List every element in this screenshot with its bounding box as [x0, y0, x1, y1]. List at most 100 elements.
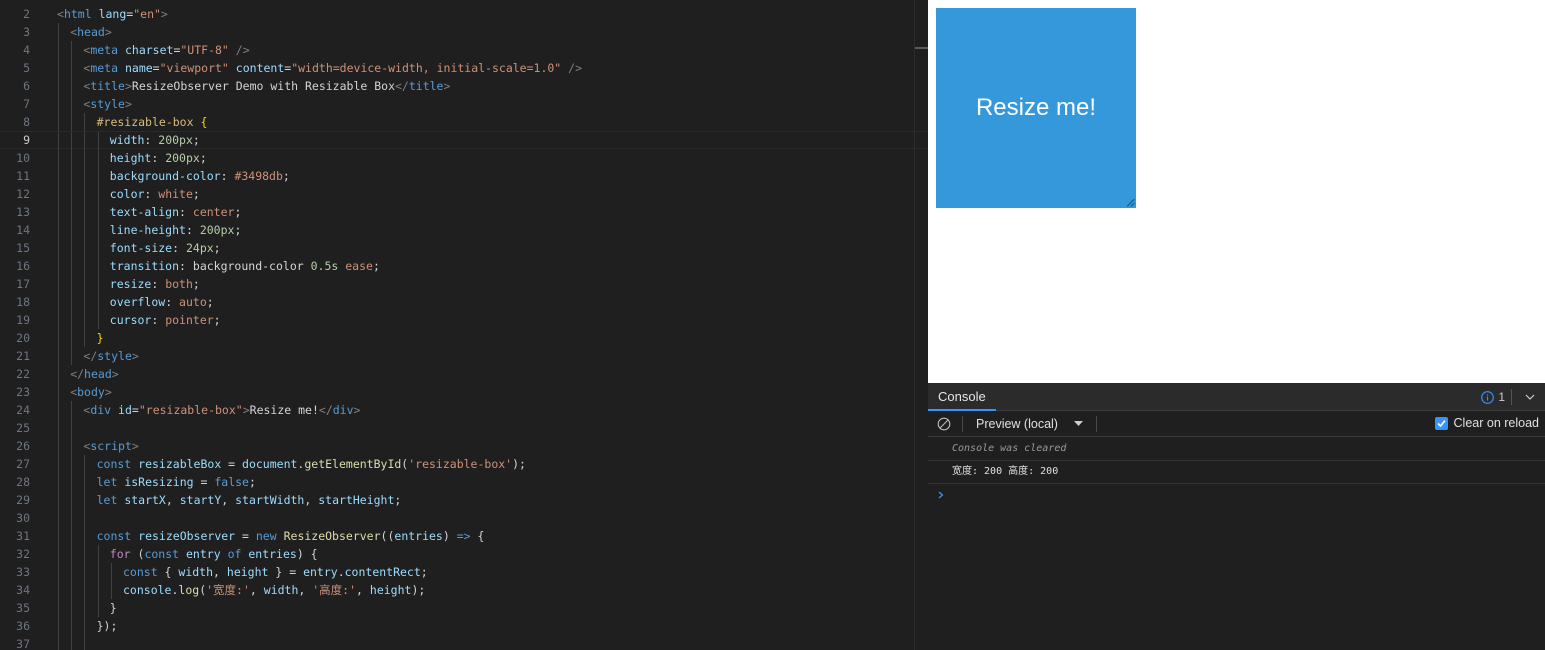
code-line[interactable]: 6 <title>ResizeObserver Demo with Resizab…: [0, 77, 928, 95]
code-editor[interactable]: 1<!DOCTYPE html>2<html lang="en">3<head>…: [0, 0, 928, 650]
indent-guide: [84, 545, 86, 563]
code-token: let: [96, 493, 118, 507]
clear-on-reload-toggle[interactable]: Clear on reload: [1434, 416, 1539, 430]
code-line[interactable]: 12 color: white;: [0, 185, 928, 203]
code-line[interactable]: 26 <script>: [0, 437, 928, 455]
line-number: 5: [23, 61, 30, 75]
indent-guide: [58, 77, 59, 95]
code-line[interactable]: 7 <style>: [0, 95, 928, 113]
indent-guide: [71, 185, 73, 203]
line-number: 27: [16, 457, 30, 471]
code-line[interactable]: 3 <head>: [0, 23, 928, 41]
code-line[interactable]: 28 let isResizing = false;: [0, 473, 928, 491]
indent-guide: [71, 59, 73, 77]
line-number: 31: [16, 529, 30, 543]
clear-on-reload-checkbox[interactable]: [1434, 416, 1448, 430]
code-token: >: [124, 79, 132, 93]
code-token: content: [235, 61, 285, 75]
code-line[interactable]: 14 line-height: 200px;: [0, 221, 928, 239]
code-text: const resizeObserver = new ResizeObserve…: [97, 527, 485, 545]
indent-guide: [97, 239, 99, 257]
info-icon: [1481, 390, 1495, 404]
editor-scrollbar-track[interactable]: [914, 0, 915, 650]
code-line[interactable]: 27 const resizableBox = document.getEleme…: [0, 455, 928, 473]
code-text: <title>ResizeObserver Demo with Resizabl…: [83, 77, 450, 95]
indent-guide: [58, 437, 59, 455]
console-prompt-chevron-icon[interactable]: [936, 489, 946, 501]
console-toolbar: Preview (local) Clear on reload: [928, 411, 1545, 437]
indent-guide: [84, 185, 86, 203]
code-text: </head>: [70, 365, 119, 383]
code-token: >: [131, 439, 139, 453]
code-token: } =: [268, 565, 304, 579]
indent-guide: [58, 365, 59, 383]
code-line[interactable]: 35}: [0, 599, 928, 617]
code-line[interactable]: 2 <html lang="en">: [0, 5, 928, 23]
indent-guide: [97, 149, 99, 167]
code-line[interactable]: 31 const resizeObserver = new ResizeObser…: [0, 527, 928, 545]
code-line[interactable]: 4 <meta charset="UTF-8" />: [0, 41, 928, 59]
code-token: =: [235, 529, 256, 543]
indent-guide: [58, 41, 59, 59]
code-token: >: [104, 25, 112, 39]
code-token: ease: [345, 259, 373, 273]
code-line[interactable]: 36});: [0, 617, 928, 635]
indent-guide: [97, 563, 99, 581]
indent-guide: [58, 563, 59, 581]
indent-guide: [58, 293, 59, 311]
tab-console[interactable]: Console: [928, 383, 996, 411]
code-token: charset: [124, 43, 174, 57]
code-line[interactable]: 15 font-size: 24px;: [0, 239, 928, 257]
code-line[interactable]: 33 const { width, height } = entry.conten…: [0, 563, 928, 581]
code-line[interactable]: 13 text-align: center;: [0, 203, 928, 221]
context-select[interactable]: Preview (local): [976, 411, 1083, 437]
line-number: 25: [16, 421, 30, 435]
code-token: </: [395, 79, 409, 93]
code-line[interactable]: 18 overflow: auto;: [0, 293, 928, 311]
line-number: 28: [16, 475, 30, 489]
code-line[interactable]: 9 width: 200px;: [0, 131, 928, 150]
resizable-box[interactable]: Resize me!: [936, 8, 1136, 208]
code-token: of: [227, 547, 242, 561]
code-line[interactable]: 34 console.log('宽度:', width, '高度:', heigh…: [0, 581, 928, 599]
code-line[interactable]: 24 <div id="resizable-box">Resize me!</di…: [0, 401, 928, 419]
code-token: "viewport": [159, 61, 229, 75]
code-text: transition: background-color 0.5s ease;: [110, 257, 380, 275]
code-token: cursor: [109, 313, 152, 327]
code-line[interactable]: 25: [0, 419, 928, 437]
code-line[interactable]: 20}: [0, 329, 928, 347]
code-line[interactable]: 16 transition: background-color 0.5s ease…: [0, 257, 928, 275]
indent-guide: [84, 617, 86, 635]
code-token: log: [178, 583, 200, 597]
code-token: ,: [298, 583, 313, 597]
code-line[interactable]: 21 </style>: [0, 347, 928, 365]
indent-guide: [71, 509, 73, 527]
indent-guide: [71, 113, 73, 131]
chevron-down-icon[interactable]: [1524, 391, 1536, 403]
line-number: 21: [16, 349, 30, 363]
issues-badge[interactable]: 1: [1481, 389, 1505, 405]
code-line[interactable]: 29 let startX, startY, startWidth, startH…: [0, 491, 928, 509]
code-line[interactable]: 17 resize: both;: [0, 275, 928, 293]
code-line[interactable]: 22 </head>: [0, 365, 928, 383]
code-token: ;: [213, 313, 221, 327]
code-line[interactable]: 19 cursor: pointer;: [0, 311, 928, 329]
code-line[interactable]: 10 height: 200px;: [0, 149, 928, 167]
code-line[interactable]: 5 <meta name="viewport" content="width=de…: [0, 59, 928, 77]
clear-console-icon[interactable]: [937, 417, 951, 431]
resize-grip-icon[interactable]: [1126, 198, 1135, 207]
code-token: entry: [186, 547, 221, 561]
line-number: 6: [23, 79, 30, 93]
code-lines[interactable]: 1<!DOCTYPE html>2<html lang="en">3<head>…: [0, 0, 928, 650]
code-line[interactable]: 8 #resizable-box {: [0, 113, 928, 131]
line-number: 30: [16, 511, 30, 525]
code-line[interactable]: 30: [0, 509, 928, 527]
code-line[interactable]: 11 background-color: #3498db;: [0, 167, 928, 185]
code-token: document: [242, 457, 298, 471]
code-token: meta: [90, 61, 119, 75]
code-line[interactable]: 23 <body>: [0, 383, 928, 401]
code-line[interactable]: 32 for (const entry of entries) {: [0, 545, 928, 563]
code-line[interactable]: 37: [0, 635, 928, 650]
